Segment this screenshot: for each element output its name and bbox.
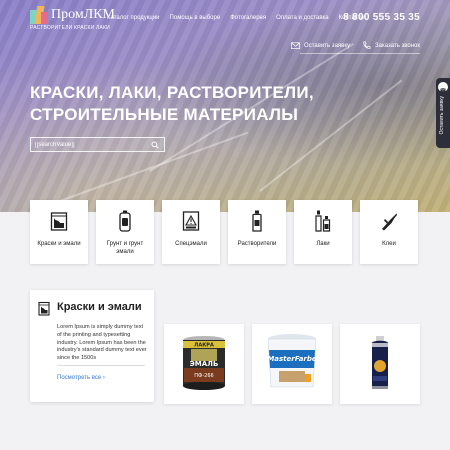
category-card[interactable]: Растворители	[228, 200, 286, 264]
nav-payment-delivery[interactable]: Оплата и доставка	[276, 15, 328, 21]
request-label: Оставить заявку	[304, 42, 351, 49]
category-label: Лаки	[316, 241, 330, 247]
search-icon[interactable]	[151, 141, 159, 149]
paint-can-icon	[50, 212, 68, 231]
featured-description: Lorem Ipsum is simply dummy text of the …	[57, 324, 147, 362]
category-card[interactable]: Краски и эмали	[30, 200, 88, 264]
nav-gallery[interactable]: Фотогалерея	[230, 15, 266, 21]
product-card[interactable]: ЛАКРА ЭМАЛЬ ПФ-266	[164, 324, 244, 404]
product-card[interactable]	[340, 324, 420, 404]
category-card[interactable]: Клеи	[360, 200, 418, 264]
product-card[interactable]: MasterFarbe	[252, 324, 332, 404]
callback-button[interactable]: Заказать звонок	[362, 41, 420, 50]
hero-banner: ПромЛКМ РАСТВОРИТЕЛИ КРАСКИ ЛАКИ Каталог…	[0, 0, 450, 212]
enamel-tin-image: ЛАКРА ЭМАЛЬ ПФ-266	[183, 336, 225, 390]
category-list: Краски и эмали Грунт и грунт эмали Спецэ…	[30, 200, 418, 264]
category-label: Клеи	[382, 241, 396, 247]
envelope-icon	[438, 82, 448, 92]
hero-actions: Оставить заявку Заказать звонок	[291, 41, 420, 50]
hero-title-line1: КРАСКИ, ЛАКИ, РАСТВОРИТЕЛИ,	[30, 83, 314, 102]
side-request-tab[interactable]: Оставить заявку	[436, 78, 450, 148]
category-label: Растворители	[237, 241, 277, 247]
request-button[interactable]: Оставить заявку	[291, 41, 350, 50]
featured-category-card: Краски и эмали Lorem Ipsum is simply dum…	[30, 290, 154, 402]
product-name: ЭМАЛЬ	[190, 360, 219, 368]
product-code: ПФ-266	[194, 373, 213, 379]
featured-title: Краски и эмали	[57, 301, 142, 313]
phone-number[interactable]: 8 800 555 35 35	[343, 12, 420, 23]
site-header: ПромЛКМ РАСТВОРИТЕЛИ КРАСКИ ЛАКИ Каталог…	[0, 0, 450, 36]
varnish-bottles-icon	[315, 210, 331, 232]
product-brand: ЛАКРА	[194, 343, 214, 349]
paint-bucket-image: MasterFarbe	[267, 334, 317, 388]
side-tab-label: Оставить заявку	[439, 96, 445, 135]
primer-can-icon	[119, 210, 131, 232]
solvent-bottle-icon	[252, 210, 262, 232]
logo-tagline: РАСТВОРИТЕЛИ КРАСКИ ЛАКИ	[30, 25, 110, 31]
view-all-link[interactable]: Посмотреть все ›	[57, 375, 105, 381]
category-label: Спецэмали	[175, 241, 207, 247]
envelope-icon	[291, 42, 300, 50]
hero-title: КРАСКИ, ЛАКИ, РАСТВОРИТЕЛИ, СТРОИТЕЛЬНЫЕ…	[30, 82, 390, 126]
callback-label: Заказать звонок	[375, 42, 420, 49]
glue-tube-icon	[382, 213, 397, 231]
spray-can-image	[372, 336, 388, 389]
category-label: Краски и эмали	[37, 241, 81, 247]
phone-icon	[363, 41, 371, 49]
main-nav: Каталог продукции Помощь в выборе Фотога…	[107, 15, 365, 21]
category-label: Грунт и грунт эмали	[106, 241, 144, 255]
view-all-label: Посмотреть все	[57, 375, 102, 381]
search-box	[30, 137, 165, 152]
category-card[interactable]: Грунт и грунт эмали	[96, 200, 154, 264]
hero-title-line2: СТРОИТЕЛЬНЫЕ МАТЕРИАЛЫ	[30, 105, 299, 124]
category-card[interactable]: Лаки	[294, 200, 352, 264]
product-brand: MasterFarbe	[267, 355, 317, 363]
nav-help[interactable]: Помощь в выборе	[170, 15, 221, 21]
special-enamel-icon	[182, 211, 200, 231]
logo-mark-icon	[30, 6, 48, 24]
hero-divider	[300, 53, 420, 54]
chevron-right-icon: ›	[102, 375, 105, 381]
featured-divider	[57, 365, 145, 366]
logo-name: ПромЛКМ	[51, 7, 115, 22]
paint-can-icon	[38, 301, 50, 316]
logo[interactable]: ПромЛКМ	[30, 6, 115, 24]
category-card[interactable]: Спецэмали	[162, 200, 220, 264]
search-input[interactable]	[35, 140, 145, 150]
nav-catalog[interactable]: Каталог продукции	[107, 15, 160, 21]
